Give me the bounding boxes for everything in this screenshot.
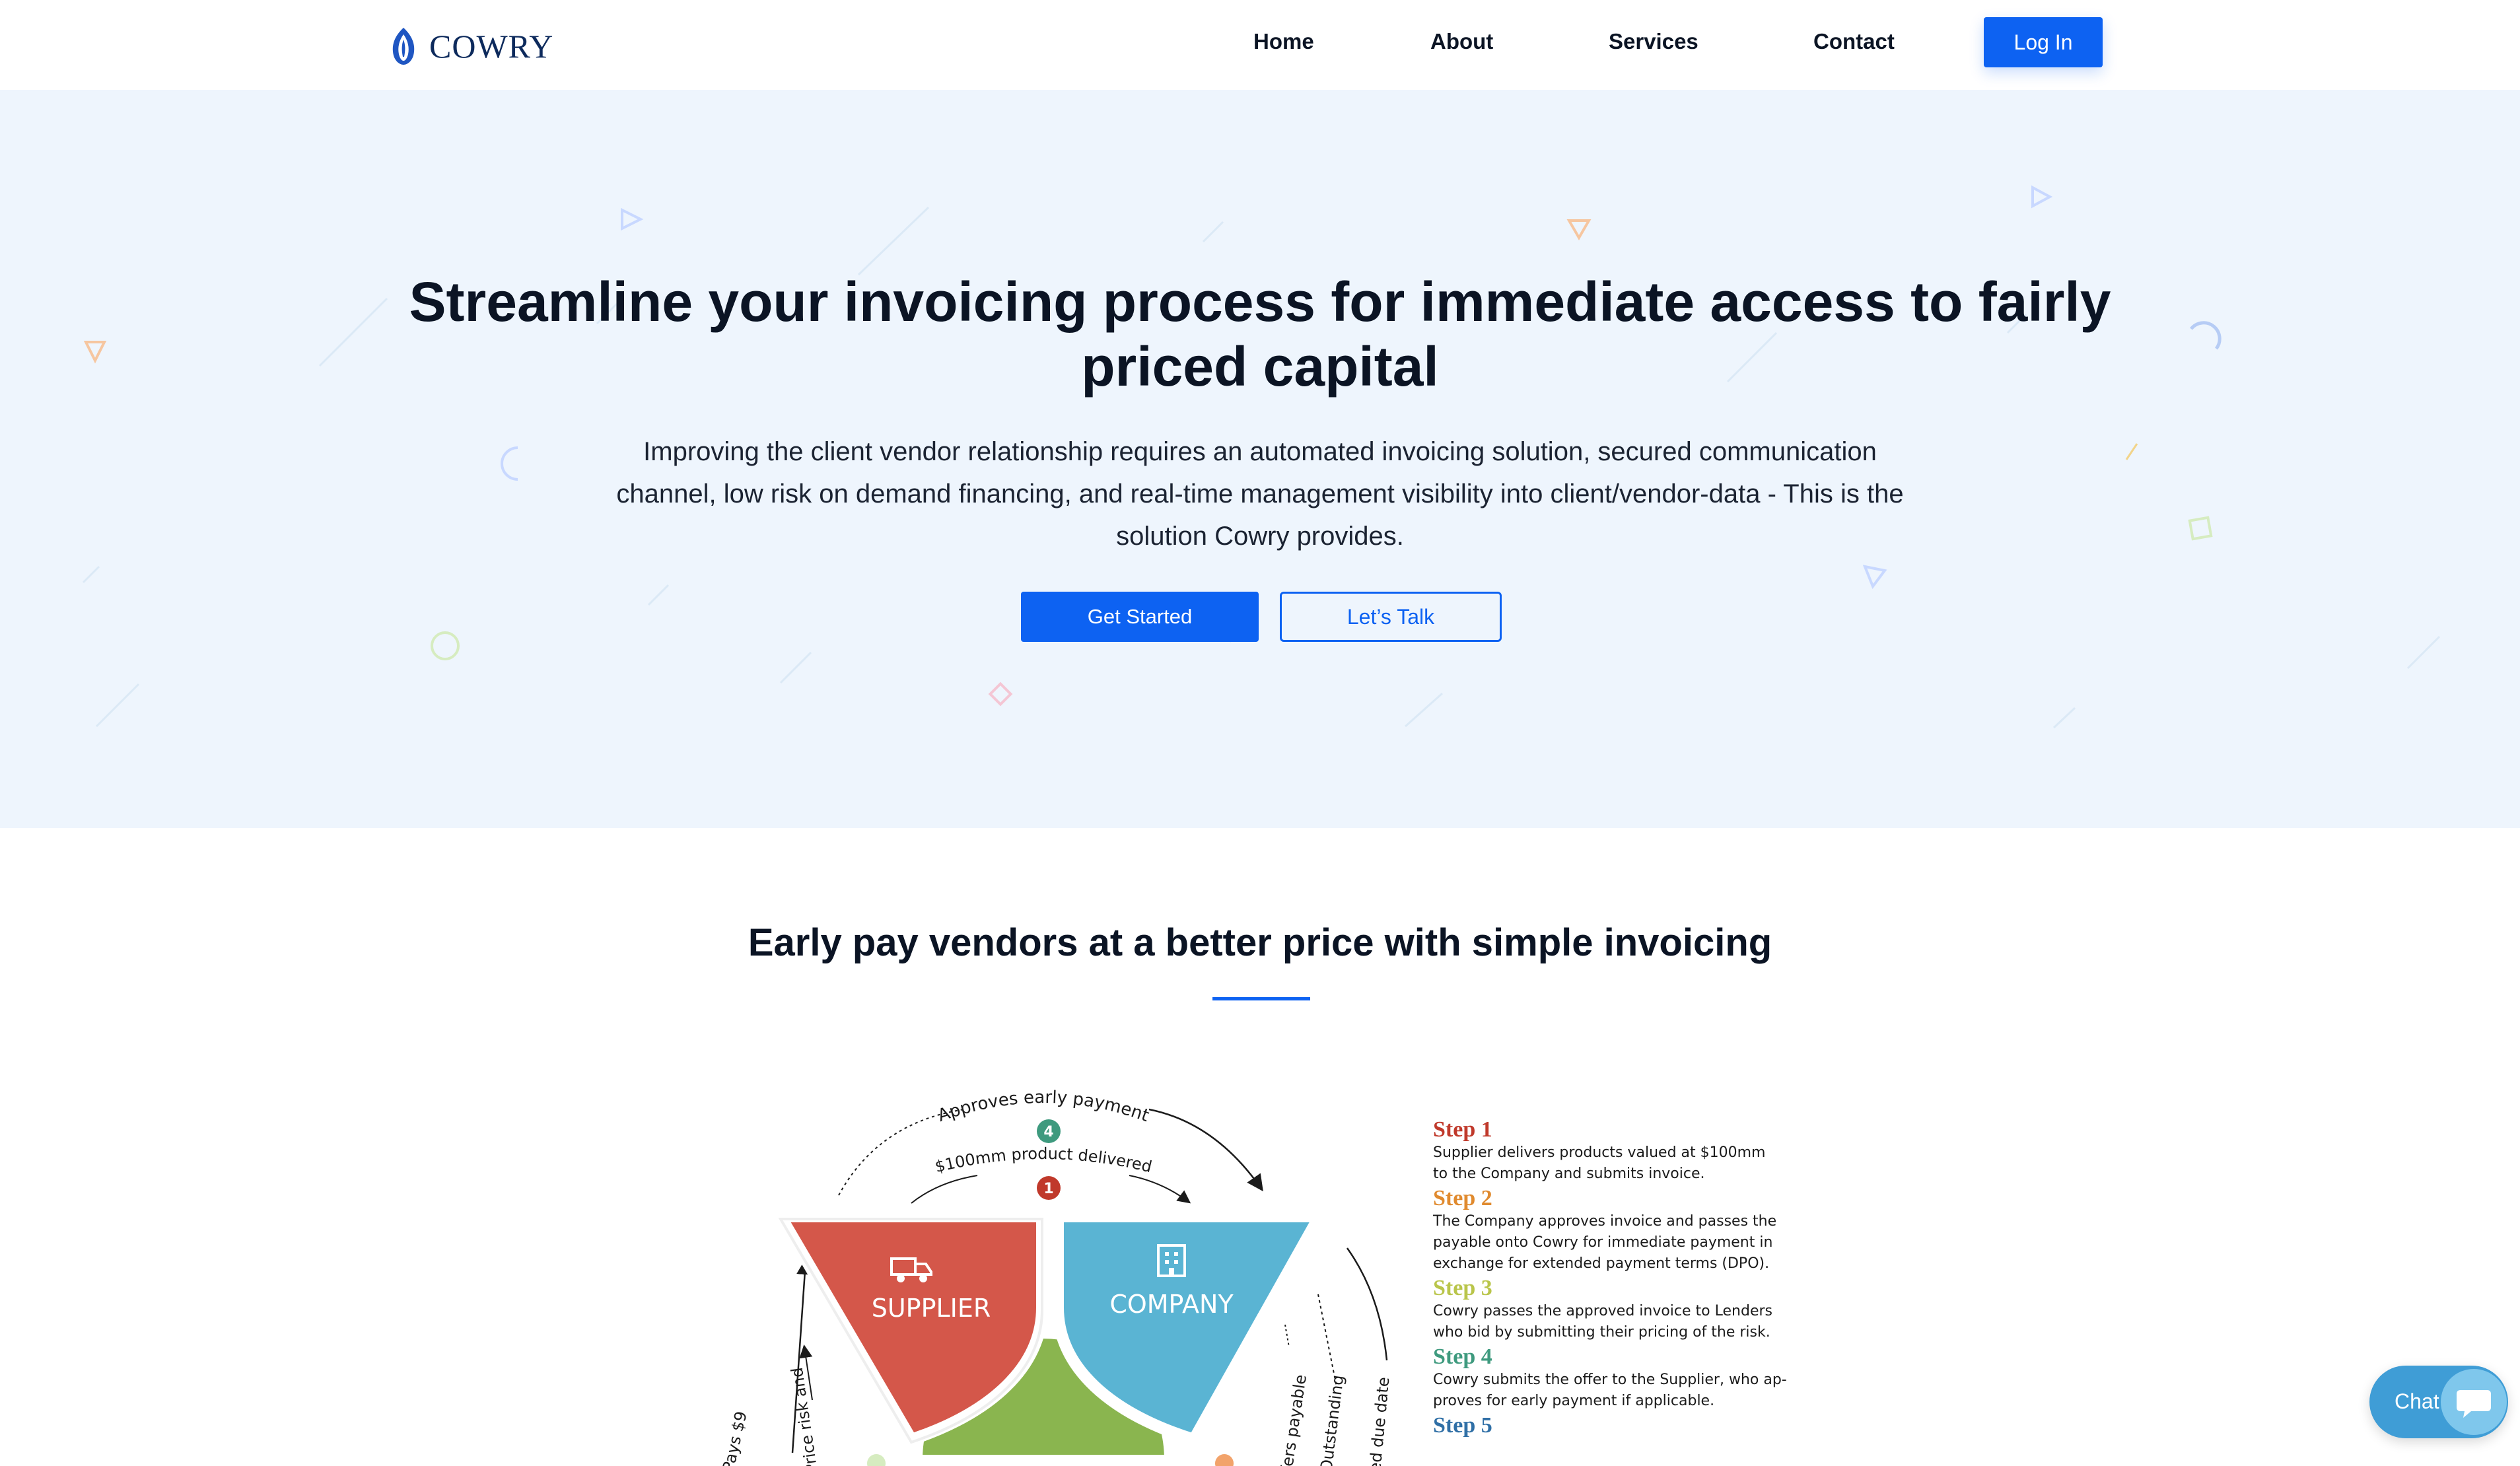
label-pays: Pays $9 <box>719 1409 751 1466</box>
company-label: COMPANY <box>1109 1290 1234 1319</box>
arrow-right-outer <box>1346 1247 1388 1361</box>
chat-bubble <box>2441 1369 2507 1435</box>
step-3-title: Step 3 <box>1433 1276 1492 1300</box>
step-1-line-2: to the Company and submits invoice. <box>1433 1166 1705 1182</box>
badge-step-4-label: 4 <box>1043 1124 1053 1140</box>
step-2-line-1: The Company approves invoice and passes … <box>1433 1213 1777 1230</box>
badge-step-1-label: 1 <box>1043 1181 1053 1197</box>
chat-widget-button[interactable]: Chat <box>2369 1366 2508 1438</box>
arc-inner-left <box>911 1175 978 1204</box>
get-started-button[interactable]: Get Started <box>1021 592 1259 642</box>
step-4: Step 4 Cowry submits the offer to the Su… <box>1433 1344 1842 1412</box>
brand-name: COWRY <box>429 28 554 65</box>
login-button[interactable]: Log In <box>1984 17 2103 67</box>
chat-icon <box>2457 1390 2491 1418</box>
hero-title: Streamline your invoicing process for im… <box>409 271 2111 398</box>
section-title: Early pay vendors at a better price with… <box>748 921 1772 964</box>
supplier-label: SUPPLIER <box>872 1294 991 1323</box>
nav-about[interactable]: About <box>1430 29 1493 54</box>
step-2-title: Step 2 <box>1433 1186 1492 1210</box>
label-product-delivered: $100mm product delivered <box>933 1144 1154 1176</box>
step-1: Step 1 Supplier delivers products valued… <box>1433 1117 1842 1185</box>
lets-talk-button[interactable]: Let’s Talk <box>1280 592 1502 642</box>
arrow-arc-right <box>1148 1108 1263 1192</box>
section-divider <box>1212 997 1310 1000</box>
dotted-right-inner <box>1284 1324 1290 1348</box>
brand-logo[interactable]: COWRY <box>387 26 553 66</box>
nav-services[interactable]: Services <box>1609 29 1698 54</box>
label-transfers-payable: fers payable <box>1277 1374 1310 1466</box>
arc-inner-right <box>1129 1175 1191 1204</box>
nav-home[interactable]: Home <box>1253 29 1314 54</box>
label-outstanding: Outstanding <box>1317 1374 1347 1466</box>
hero-subtitle: Improving the client vendor relationship… <box>616 437 1904 551</box>
step-5: Step 5 <box>1433 1413 1842 1438</box>
label-due-date: ed due date <box>1366 1376 1393 1466</box>
nav-contact[interactable]: Contact <box>1813 29 1895 54</box>
step-4-line-1: Cowry submits the offer to the Supplier,… <box>1433 1372 1787 1388</box>
steps-list: Step 1 Supplier delivers products valued… <box>1433 1116 1842 1438</box>
invoice-flow-diagram: Approves early payment $100mm product de… <box>719 1088 1393 1466</box>
step-2-line-2: payable onto Cowry for immediate payment… <box>1433 1234 1773 1251</box>
step-5-title: Step 5 <box>1433 1413 1492 1438</box>
badge-bottom-left <box>867 1454 886 1466</box>
label-approves-early-payment: Approves early payment <box>935 1088 1152 1126</box>
hero-section: Streamline your invoicing process for im… <box>0 90 2520 828</box>
dotted-right-mid <box>1317 1294 1337 1387</box>
step-4-line-2: proves for early payment if applicable. <box>1433 1393 1715 1409</box>
step-4-title: Step 4 <box>1433 1344 1492 1369</box>
step-1-title: Step 1 <box>1433 1117 1492 1142</box>
step-3-line-1: Cowry passes the approved invoice to Len… <box>1433 1303 1772 1319</box>
badge-bottom-right <box>1215 1454 1234 1466</box>
cowry-shell-icon <box>392 28 415 65</box>
step-3-line-2: who bid by submitting their pricing of t… <box>1433 1324 1770 1341</box>
step-2-line-3: exchange for extended payment terms (DPO… <box>1433 1255 1770 1272</box>
step-1-line-1: Supplier delivers products valued at $10… <box>1433 1144 1766 1161</box>
step-2: Step 2 The Company approves invoice and … <box>1433 1186 1842 1274</box>
step-3: Step 3 Cowry passes the approved invoice… <box>1433 1276 1842 1343</box>
site-header: COWRY Home About Services Contact Log In <box>0 0 2520 90</box>
chat-label: Chat <box>2395 1389 2439 1413</box>
